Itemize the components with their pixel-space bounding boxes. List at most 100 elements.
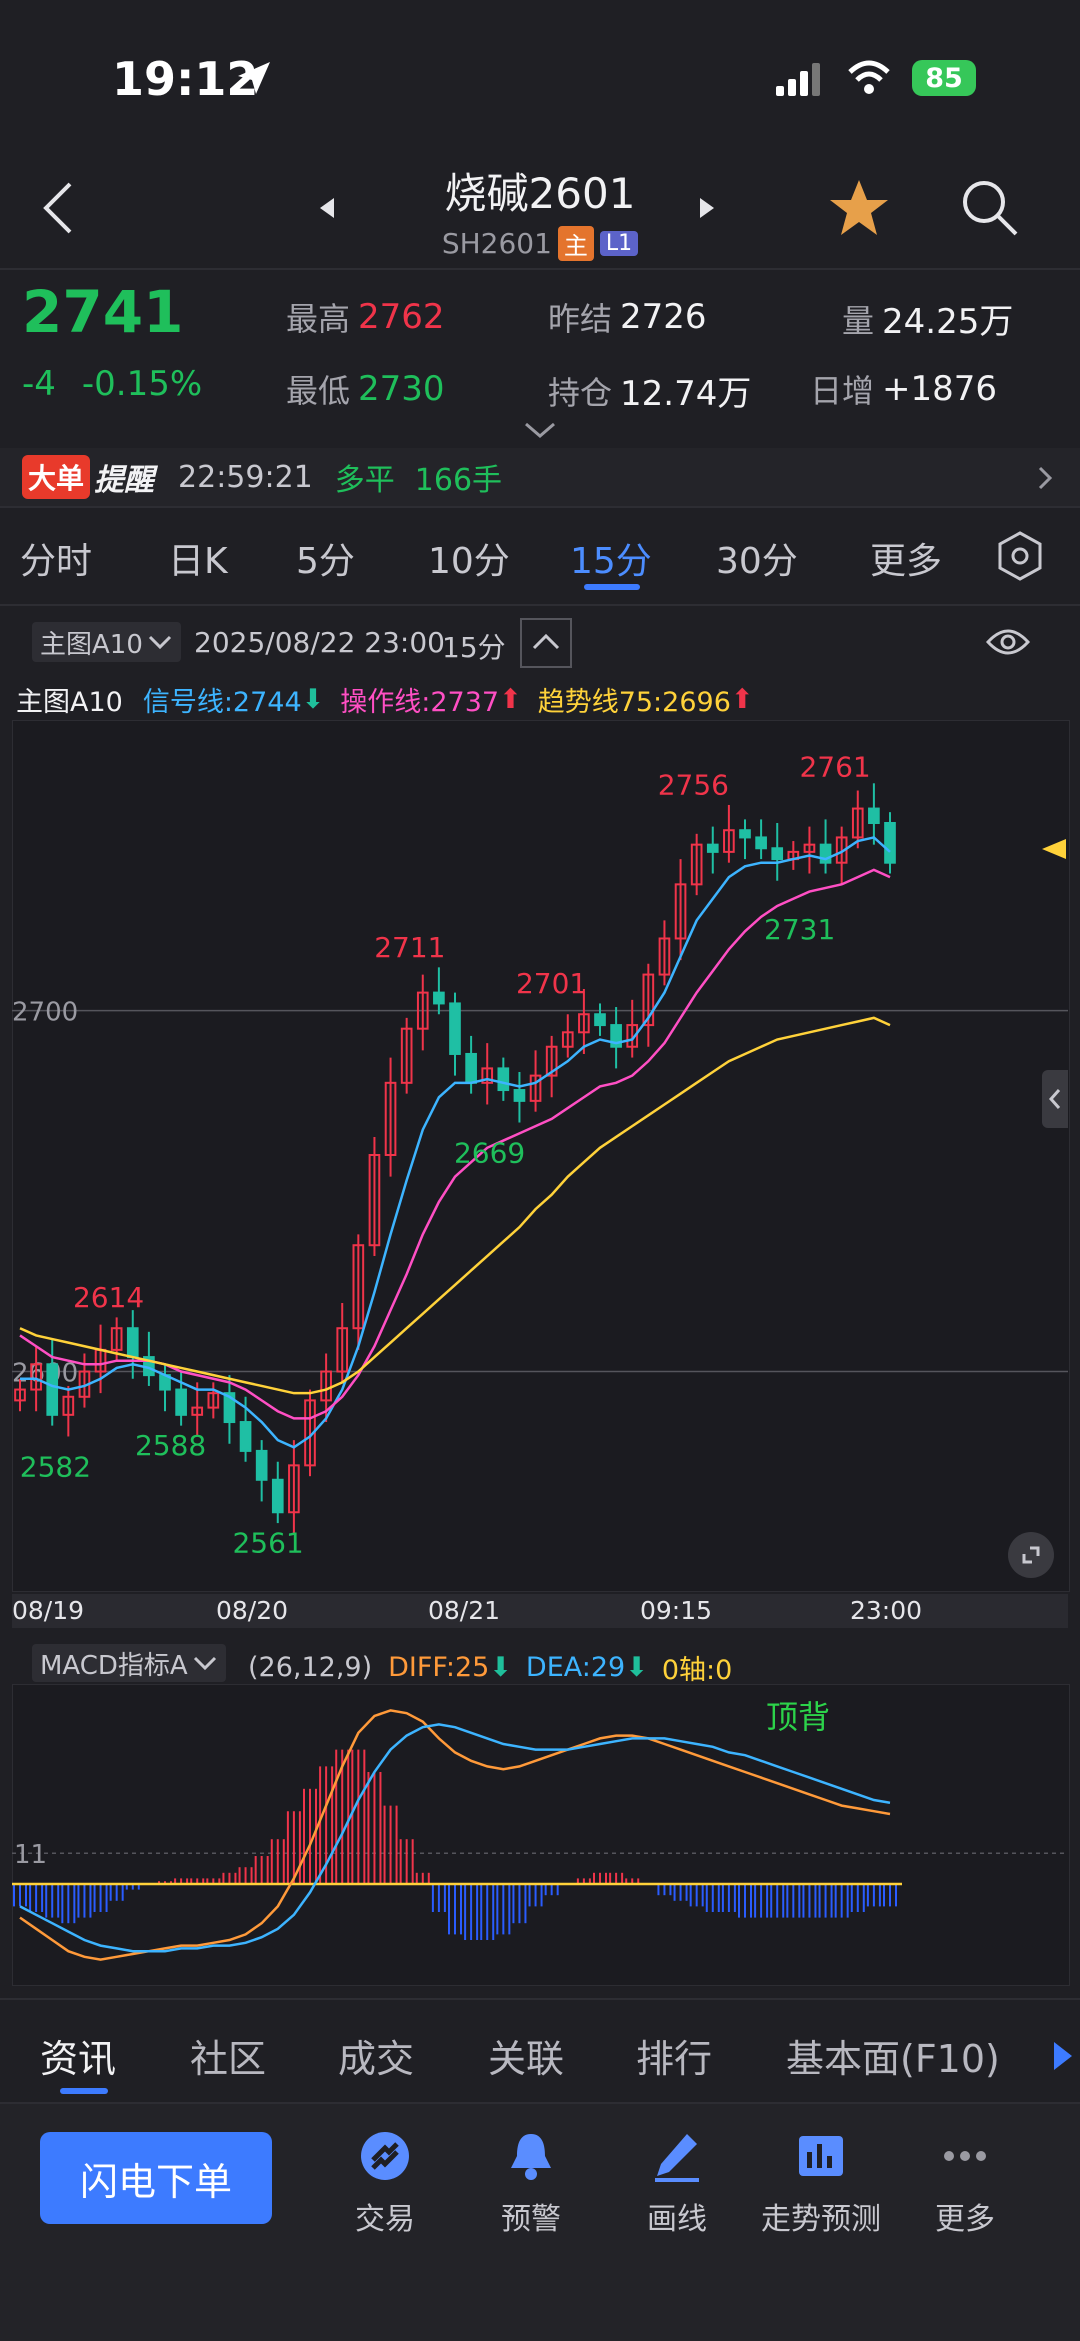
signal-icon — [776, 63, 820, 96]
period-tab[interactable]: 30分 — [716, 532, 798, 584]
big-order-tag: 大单 — [22, 455, 91, 499]
high-annotation: 2711 — [374, 931, 445, 964]
candle-body — [497, 1067, 510, 1092]
macd-params: (26,12,9) — [248, 1652, 373, 1683]
last-price: 2741 — [22, 278, 184, 346]
chevron-right-icon — [1038, 466, 1053, 490]
chart-period: 15分 — [442, 631, 506, 664]
period-tab[interactable]: 15分 — [570, 532, 652, 584]
current-price-marker-icon — [1042, 839, 1066, 859]
high-value: 2762 — [358, 297, 445, 337]
nav-alert[interactable]: 预警 — [466, 2128, 596, 2238]
down-arrow-icon: ⬇ — [489, 1652, 512, 1683]
macd-diff: DIFF:25 — [388, 1652, 490, 1683]
bottom-tabs: 资讯 社区 成交 关联 排行 基本面(F10) — [0, 2024, 1060, 2084]
tabs-scroll-right-icon[interactable] — [1050, 2040, 1074, 2072]
side-panel-handle[interactable] — [1042, 1070, 1068, 1128]
alert-type: 多平 — [334, 463, 395, 498]
period-tab[interactable]: 分时 — [20, 532, 92, 584]
chevron-down-icon — [148, 635, 171, 650]
high-annotation: 2761 — [799, 751, 870, 784]
macd-grid-label: 11 — [14, 1840, 47, 1870]
high-annotation: 2756 — [658, 769, 729, 802]
bottom-tab[interactable]: 排行 — [636, 2028, 712, 2083]
settings-hex-icon[interactable] — [994, 530, 1046, 582]
contract-code: SH2601 — [441, 227, 552, 260]
page-title: 烧碱2601 — [444, 169, 636, 218]
eye-icon[interactable] — [986, 624, 1030, 660]
macd-divergence-note: 顶背 — [766, 1698, 831, 1736]
bottom-tab-indicator — [60, 2088, 108, 2094]
nav-trend-forecast[interactable]: 走势预测 — [756, 2128, 886, 2238]
low-field: 最低 2730 — [286, 369, 445, 410]
book-chart-icon — [799, 2136, 843, 2176]
x-tick-label: 08/20 — [216, 1596, 289, 1625]
fullscreen-button[interactable] — [1008, 1532, 1054, 1578]
open-interest-value: 12.74万 — [620, 374, 752, 414]
up-arrow-icon: ⬆ — [730, 684, 754, 715]
candle-body — [449, 1002, 461, 1055]
flash-order-button[interactable]: 闪电下单 — [40, 2132, 272, 2224]
macd-chart[interactable]: 11 — [12, 1684, 1068, 1984]
alert-qty: 166手 — [414, 463, 503, 498]
price-change: -4 — [22, 364, 56, 404]
macd-legend: (26,12,9) DIFF:25 ⬇ DEA:29 ⬇ 0轴:0 — [248, 1648, 732, 1687]
low-annotation: 2588 — [135, 1429, 206, 1462]
period-tab[interactable]: 10分 — [428, 532, 510, 584]
bottom-tab[interactable]: 基本面(F10) — [786, 2028, 1000, 2083]
location-arrow-icon — [238, 62, 270, 94]
sub-indicator-select[interactable]: MACD指标A — [32, 1644, 226, 1682]
price-change-row: -4 -0.15% — [22, 364, 202, 404]
bottom-tab[interactable]: 成交 — [338, 2028, 414, 2083]
up-arrow-icon: ⬆ — [499, 684, 522, 715]
candle-body — [868, 807, 880, 824]
candle-body — [126, 1327, 139, 1359]
kline-chart[interactable]: 2700260026142711270127562761258225882561… — [12, 720, 1068, 1590]
chevron-left-icon — [1048, 1089, 1061, 1109]
low-annotation: 2582 — [20, 1450, 91, 1483]
legend-signal: 信号线:2744 — [142, 687, 302, 718]
candle-body — [755, 836, 767, 850]
macd-axis: 0轴:0 — [661, 1655, 733, 1686]
wifi-icon — [848, 60, 890, 94]
collapse-button[interactable] — [520, 618, 572, 668]
legend-trend: 趋势线75:2696 — [537, 687, 731, 718]
low-value: 2730 — [358, 369, 445, 409]
high-annotation: 2701 — [516, 967, 587, 1000]
period-tab[interactable]: 更多 — [870, 532, 942, 584]
search-icon[interactable] — [960, 178, 1020, 238]
down-arrow-icon: ⬇ — [301, 684, 325, 715]
legend-operate: 操作线:2737 — [340, 687, 500, 718]
bottom-tab[interactable]: 社区 — [190, 2028, 266, 2083]
volume-field: 量 24.25万 — [842, 294, 1013, 343]
sub-indicator-label: MACD指标A — [40, 1650, 188, 1681]
next-contract-icon[interactable] — [696, 196, 716, 220]
nav-trade[interactable]: 交易 — [320, 2128, 450, 2238]
bottom-tab[interactable]: 关联 — [488, 2028, 564, 2083]
bottom-tab[interactable]: 资讯 — [40, 2028, 116, 2083]
candle-body — [706, 843, 719, 853]
nav-draw[interactable]: 画线 — [612, 2128, 742, 2238]
period-tab[interactable]: 5分 — [296, 532, 355, 584]
nav-more[interactable]: 更多 — [900, 2128, 1030, 2238]
candle-body — [433, 991, 445, 1005]
prev-settle-value: 2726 — [620, 297, 707, 337]
candle-body — [46, 1363, 59, 1416]
alert-time: 22:59:21 — [178, 459, 313, 495]
x-tick-label: 08/21 — [428, 1596, 501, 1625]
candle-body — [594, 1013, 606, 1027]
period-tab[interactable]: 日K — [168, 532, 228, 584]
trade-icon — [361, 2132, 409, 2180]
chevron-up-icon — [532, 633, 560, 650]
main-contract-tag: 主 — [557, 226, 594, 261]
low-annotation: 2561 — [232, 1526, 303, 1559]
star-icon[interactable] — [828, 178, 890, 238]
big-order-alert-bar[interactable]: 大单 提醒 22:59:21 多平 166手 — [0, 448, 1080, 506]
contract-code-row: SH2601 主 L1 — [0, 226, 1080, 261]
expand-chevron-icon[interactable] — [522, 420, 558, 440]
main-indicator-select[interactable]: 主图A10 — [32, 622, 181, 662]
down-arrow-icon: ⬇ — [625, 1652, 648, 1683]
chart-datetime: 2025/08/22 23:00 — [194, 626, 445, 659]
candle-body — [465, 1052, 477, 1084]
candle-body — [239, 1421, 252, 1452]
